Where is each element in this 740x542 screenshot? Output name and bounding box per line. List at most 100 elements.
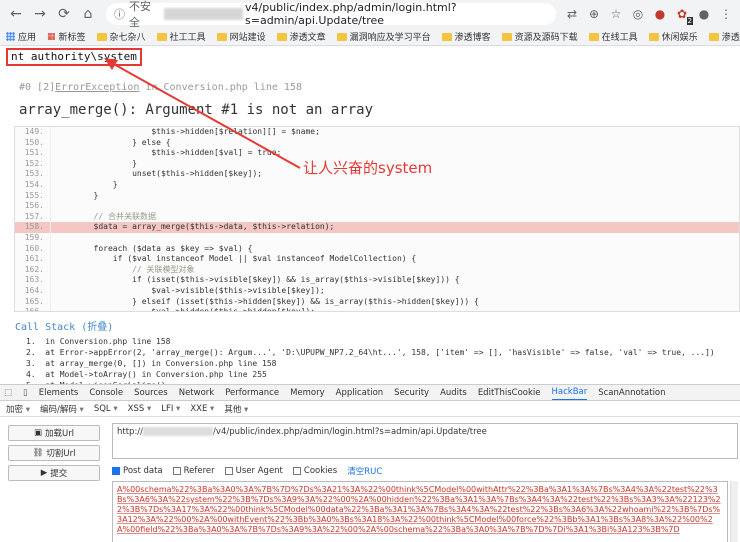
command-output: nt authority\system <box>6 48 142 66</box>
hackbar-menu-item[interactable]: 加密 ▾ <box>6 403 30 415</box>
bookmark-label: 在线工具 <box>601 33 638 43</box>
hackbar-menu-item[interactable]: 其他 ▾ <box>224 403 248 415</box>
bookmark-item[interactable]: 应用 <box>6 30 36 43</box>
bookmark-label: 渗透文章 <box>289 33 326 43</box>
hackbar-menu-item[interactable]: LFI ▾ <box>161 404 180 414</box>
code-line: 150. } else { <box>15 137 739 149</box>
bookmark-item[interactable]: 在线工具 <box>588 30 638 43</box>
code-line: 155. } <box>15 190 739 202</box>
menu-icon[interactable]: ⋮ <box>718 6 734 22</box>
line-number: 162. <box>15 264 51 276</box>
chevron-down-icon: ▾ <box>23 404 30 415</box>
devtools-tab[interactable]: Application <box>336 388 384 398</box>
bookmark-item[interactable]: 网站建设 <box>216 30 266 43</box>
devtools-tab[interactable]: Performance <box>225 388 279 398</box>
bookmark-label: 社工工具 <box>169 33 206 43</box>
hackbar-url-input[interactable]: http:// /v4/public/index.php/admin/login.… <box>112 423 738 459</box>
devtools-tab[interactable]: Sources <box>134 388 168 398</box>
home-icon[interactable]: ⌂ <box>78 4 98 24</box>
line-number: 152. <box>15 158 51 170</box>
devtools-tab[interactable]: Console <box>89 388 123 398</box>
devtools-tab[interactable]: Elements <box>39 388 79 398</box>
line-source: if ($val instanceof Model || $val instan… <box>55 254 417 264</box>
devtools-tab[interactable]: Security <box>394 388 429 398</box>
devtools-tab[interactable]: ScanAnnotation <box>598 388 665 398</box>
error-class-link[interactable]: ErrorException <box>55 82 139 93</box>
extension-icon[interactable]: ● <box>652 6 668 22</box>
zoom-icon[interactable]: ⊕ <box>586 6 602 22</box>
bookmark-label: 休闲娱乐 <box>661 33 698 43</box>
bookmark-item[interactable]: 漏洞响应及学习平台 <box>336 30 431 43</box>
address-bar[interactable]: ⓘ 不安全 v4/public/index.php/admin/login.ht… <box>106 0 556 29</box>
execute-button[interactable]: ▶ 提交 <box>8 465 100 481</box>
line-source: foreach ($data as $key => $val) { <box>55 243 253 253</box>
code-line: 157. // 合并关联数据 <box>15 211 739 223</box>
line-source: $data = array_merge($this->data, $this->… <box>55 222 335 232</box>
devtools-tab[interactable]: Audits <box>440 388 467 398</box>
forward-icon[interactable]: → <box>30 4 50 24</box>
split-url-label: 切割Url <box>46 449 76 459</box>
code-line: 159. <box>15 232 739 244</box>
bookmark-item[interactable]: 渗透论坛 <box>708 30 740 43</box>
line-number: 158. <box>15 222 51 233</box>
load-url-button[interactable]: ▣ 加载Url <box>8 425 100 441</box>
user-agent-label: User Agent <box>235 466 283 476</box>
extension-badge-icon[interactable]: ✿ 2 <box>674 6 693 25</box>
hackbar-menu-label: XSS <box>127 403 145 414</box>
line-source: $val->visible($this->visible[$key]); <box>55 285 325 295</box>
line-source: $this->hidden[$relation][] = $name; <box>55 127 320 136</box>
folder-icon <box>336 32 347 41</box>
line-source: } <box>55 179 118 189</box>
bookmark-item[interactable]: ▦ 新标签 <box>47 30 86 44</box>
bookmark-label: 新标签 <box>58 33 86 43</box>
back-icon[interactable]: ← <box>6 4 26 24</box>
devtools-tab[interactable]: Memory <box>290 388 325 398</box>
hackbar-options: Post data Referer User Agent Cookies 清空R… <box>112 465 382 477</box>
post-data-scrollbar[interactable] <box>730 481 738 542</box>
chevron-down-icon: ▾ <box>144 403 152 414</box>
insecure-icon[interactable]: ⓘ <box>114 6 125 22</box>
post-data-textarea[interactable]: A%00schema%22%3Ba%3A0%3A%7B%7D%7Ds%3A21%… <box>112 481 728 542</box>
devtools-tab[interactable]: HackBar <box>551 385 588 400</box>
cookies-checkbox[interactable]: Cookies <box>292 466 338 476</box>
star-icon[interactable]: ☆ <box>608 6 624 22</box>
device-icon[interactable]: ▯ <box>23 388 28 398</box>
bookmark-item[interactable]: 休闲娱乐 <box>648 30 698 43</box>
call-stack-item: 2. at Error->appError(2, 'array_merge():… <box>26 348 715 357</box>
reload-icon[interactable]: ⟳ <box>54 4 74 24</box>
devtools-tab[interactable]: Network <box>179 388 215 398</box>
post-data-checkbox[interactable]: Post data <box>112 466 163 476</box>
hackbar-menu-item[interactable]: XXE ▾ <box>190 404 214 414</box>
bookmark-item[interactable]: 社工工具 <box>156 30 206 43</box>
line-source: } <box>55 158 137 168</box>
bookmark-label: 渗透论坛 <box>721 33 740 43</box>
folder-icon <box>708 32 719 41</box>
line-source <box>51 233 55 244</box>
translate-icon[interactable]: ⇄ <box>564 6 580 22</box>
clear-link[interactable]: 清空RUC <box>347 465 382 477</box>
user-agent-checkbox[interactable]: User Agent <box>224 466 283 476</box>
profile-icon[interactable]: ● <box>696 6 712 22</box>
chevron-down-icon: ▾ <box>76 404 84 415</box>
referer-checkbox[interactable]: Referer <box>172 466 215 476</box>
devtools-tab[interactable]: EditThisCookie <box>478 388 541 398</box>
cookies-label: Cookies <box>303 466 338 476</box>
source-code-box: 149. $this->hidden[$relation][] = $name;… <box>14 126 740 312</box>
hackbar-menu-item[interactable]: SQL ▾ <box>94 404 118 414</box>
line-source: if (isset($this->visible[$key]) && is_ar… <box>55 275 460 285</box>
code-line: 161. if ($val instanceof Model || $val i… <box>15 254 739 265</box>
extension-icon[interactable]: ◎ <box>630 6 646 22</box>
hackbar-menu-item[interactable]: XSS ▾ <box>128 404 152 414</box>
url-suffix: /v4/public/index.php/admin/login.html?s=… <box>213 427 487 437</box>
split-url-button[interactable]: ⛓ 切割Url <box>8 445 100 461</box>
hackbar-menu-item[interactable]: 编码/解码 ▾ <box>40 403 84 415</box>
call-stack-list: 1. in Conversion.php line 158 2. at Error… <box>26 336 715 384</box>
bookmark-item[interactable]: 资源及源码下载 <box>501 30 578 43</box>
call-stack-title[interactable]: Call Stack (折叠) <box>15 318 113 333</box>
bookmark-item[interactable]: 渗透文章 <box>276 30 326 43</box>
url-prefix: http:// <box>117 427 144 437</box>
bookmark-item[interactable]: 杂七杂八 <box>96 30 146 43</box>
bookmark-item[interactable]: 渗透博客 <box>441 30 491 43</box>
inspect-icon[interactable]: ⬚ <box>4 388 12 398</box>
line-number: 165. <box>15 296 51 308</box>
